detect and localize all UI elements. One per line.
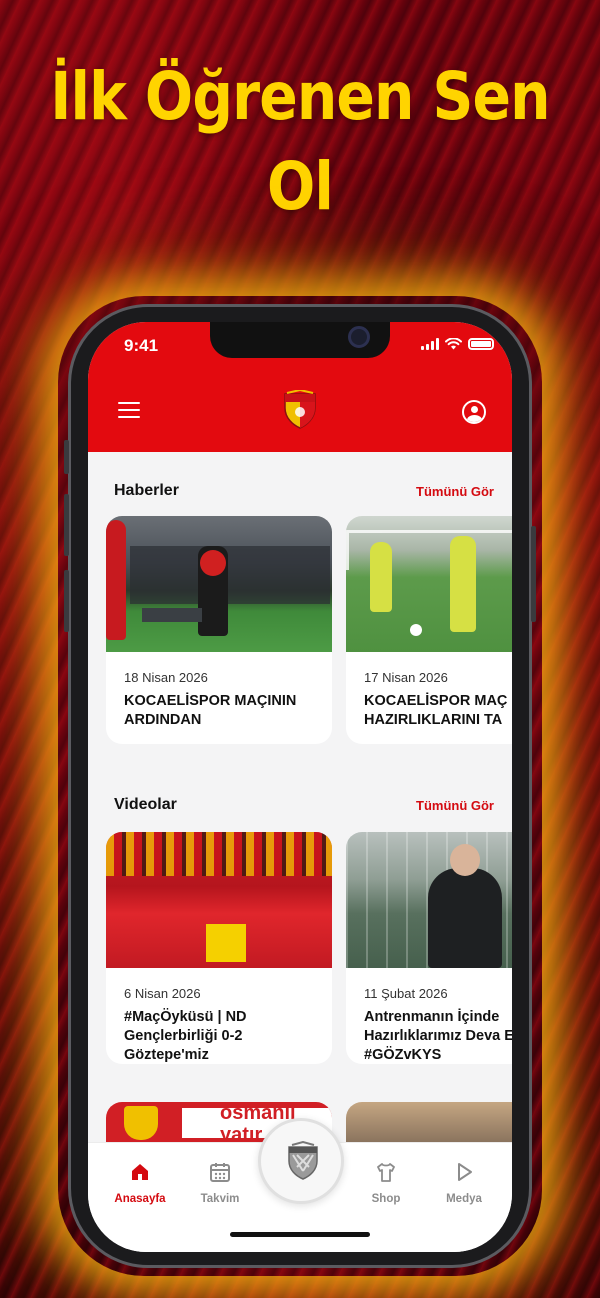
- app-header: 9:41: [88, 322, 512, 452]
- camera-notch: [210, 322, 390, 358]
- phone-volume-up: [64, 494, 69, 556]
- video-card-title: Antrenmanın İçinde Hazırlıklarımız Deva …: [364, 1009, 512, 1063]
- nav-label-home: Anasayfa: [114, 1193, 166, 1205]
- user-profile-icon[interactable]: [462, 400, 486, 424]
- play-icon: [458, 1163, 472, 1181]
- home-content: Haberler Tümünü Gör 18 Nisan 2026 KOCAEL…: [88, 452, 512, 1142]
- news-card[interactable]: 17 Nisan 2026 KOCAELİSPOR MAÇ HAZIRLIKLA…: [346, 516, 512, 744]
- promo-headline-line1: İlk Öğrenen Sen: [50, 58, 550, 135]
- battery-icon: [468, 338, 494, 350]
- status-time: 9:41: [124, 336, 159, 355]
- news-card-date: 17 Nisan 2026: [364, 670, 448, 685]
- news-section-title: Haberler: [114, 482, 179, 499]
- video-card[interactable]: 11 Şubat 2026 Antrenmanın İçinde Hazırlı…: [346, 832, 512, 1064]
- nav-item-home[interactable]: Anasayfa: [105, 1161, 175, 1205]
- home-indicator: [230, 1232, 370, 1237]
- video-card-date: 11 Şubat 2026: [364, 986, 448, 1001]
- hamburger-menu-icon[interactable]: [118, 402, 140, 423]
- news-section-header: Haberler Tümünü Gör: [114, 482, 494, 500]
- nav-label-media: Medya: [446, 1193, 482, 1205]
- shirt-icon: [377, 1163, 395, 1182]
- video-card-image: [106, 832, 332, 968]
- news-card-image: [106, 516, 332, 652]
- front-camera: [348, 326, 370, 348]
- status-icons: [421, 338, 494, 350]
- club-crest-icon: [288, 1141, 318, 1180]
- news-card-image: [346, 516, 512, 652]
- wifi-icon: [445, 338, 462, 350]
- calendar-icon: [210, 1163, 230, 1182]
- nav-item-shop[interactable]: Shop: [351, 1161, 421, 1205]
- video-card[interactable]: [346, 1102, 512, 1142]
- phone-silent-switch: [64, 440, 69, 474]
- news-card[interactable]: 18 Nisan 2026 KOCAELİSPOR MAÇININ ARDIND…: [106, 516, 332, 744]
- news-card-title: KOCAELİSPOR MAÇININ ARDINDAN: [124, 693, 297, 728]
- nav-item-calendar[interactable]: Takvim: [185, 1161, 255, 1205]
- news-card-date: 18 Nisan 2026: [124, 670, 208, 685]
- news-see-all-link[interactable]: Tümünü Gör: [416, 484, 494, 499]
- nav-item-media[interactable]: Medya: [429, 1161, 499, 1205]
- news-card-title: KOCAELİSPOR MAÇ HAZIRLIKLARINI TA: [364, 693, 508, 728]
- app-screen: 9:41 Haberler Tümünü Gör 18 Nisan 2026 K…: [88, 322, 512, 1252]
- video-card[interactable]: 6 Nisan 2026 #MaçÖyküsü | ND Gençlerbirl…: [106, 832, 332, 1064]
- phone-power-button: [531, 526, 536, 622]
- video-card-title: #MaçÖyküsü | ND Gençlerbirliği 0-2 Gözte…: [124, 1009, 247, 1063]
- goztepe-logo[interactable]: [279, 390, 321, 430]
- phone-volume-down: [64, 570, 69, 632]
- home-icon: [132, 1164, 148, 1180]
- video-card-image: [346, 832, 512, 968]
- nav-label-calendar: Takvim: [200, 1193, 240, 1205]
- promo-headline: İlk Öğrenen Sen Ol: [42, 52, 558, 232]
- club-crest-button[interactable]: [258, 1118, 344, 1204]
- videos-section-title: Videolar: [114, 796, 177, 813]
- promo-headline-line2: Ol: [266, 148, 334, 225]
- video-card-date: 6 Nisan 2026: [124, 986, 201, 1001]
- video-card-image: [346, 1102, 512, 1142]
- cellular-signal-icon: [421, 338, 439, 350]
- videos-see-all-link[interactable]: Tümünü Gör: [416, 798, 494, 813]
- videos-section-header: Videolar Tümünü Gör: [114, 796, 494, 814]
- nav-label-shop: Shop: [371, 1193, 401, 1205]
